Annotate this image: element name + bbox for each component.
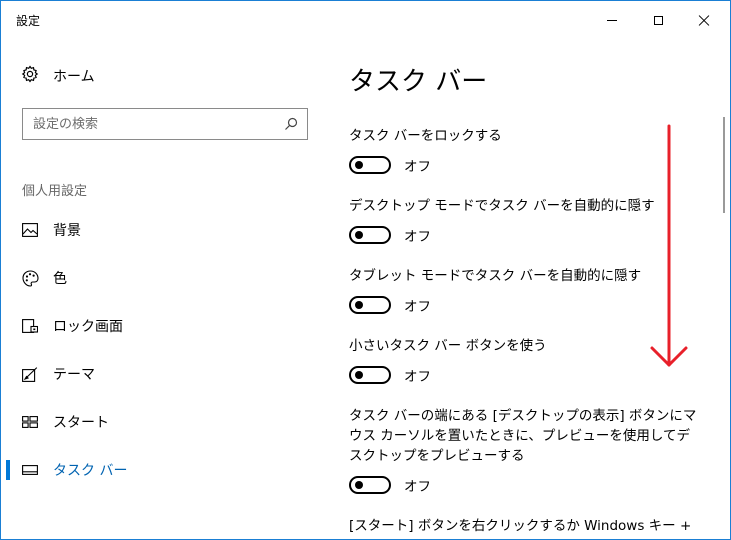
maximize-icon [653,15,663,25]
selection-indicator [6,460,10,480]
toggle-switch[interactable] [349,296,391,314]
sidebar-item-label: ロック画面 [53,319,123,335]
sidebar-item-label: 色 [53,271,67,287]
sidebar-item-taskbar[interactable]: タスク バー [1,456,321,484]
toggle-switch[interactable] [349,156,391,174]
close-button[interactable] [681,1,727,39]
toggle-state-label: オフ [404,369,431,385]
sidebar-item-label: タスク バー [53,463,128,479]
taskbar-icon [21,461,39,479]
maximize-button[interactable] [635,1,681,39]
sidebar-item-label: テーマ [53,367,95,383]
sidebar-item-lock-screen[interactable]: ロック画面 [1,312,321,340]
scroll-down-arrow-annotation [650,124,688,367]
title-bar[interactable]: 設定 [1,1,730,39]
theme-icon [21,365,39,383]
toggle-state-label: オフ [404,229,431,245]
toggle-state-label: オフ [404,479,431,495]
scrollbar[interactable] [721,39,729,539]
sidebar-item-label: 背景 [53,223,81,239]
section-header: 個人用設定 [22,184,88,199]
sidebar-item-label: スタート [53,415,109,431]
setting-label: タスク バーの端にある [デスクトップの表示] ボタンにマウス カーソルを置いた… [349,408,697,464]
setting-winx-powershell: [スタート] ボタンを右クリックするか Windows キー + X キー [349,516,699,539]
toggle-state-label: オフ [404,299,431,315]
palette-icon [21,269,39,287]
picture-icon [21,221,39,239]
sidebar-item-colors[interactable]: 色 [1,264,321,292]
search-icon[interactable] [283,116,299,132]
minimize-icon [607,19,617,21]
search-box[interactable] [22,108,308,140]
toggle-switch[interactable] [349,476,391,494]
toggle-knob [355,231,363,239]
sidebar-item-start[interactable]: スタート [1,408,321,436]
gear-icon [21,65,39,87]
lock-screen-icon [21,317,39,335]
toggle-switch[interactable] [349,226,391,244]
close-icon [698,14,710,26]
settings-window: 設定 ホーム 設定の検索 個人用設定 背景 色 ロック画面 テーマ スタート タ… [0,0,731,540]
toggle-knob [355,161,363,169]
sidebar-item-themes[interactable]: テーマ [1,360,321,388]
start-icon [21,413,39,431]
toggle-knob [355,301,363,309]
search-input[interactable] [23,109,283,139]
home-link[interactable]: ホーム [21,64,95,88]
home-label: ホーム [53,69,95,85]
setting-peek-preview: タスク バーの端にある [デスクトップの表示] ボタンにマウス カーソルを置いた… [349,406,699,495]
sidebar-item-background[interactable]: 背景 [1,216,321,244]
toggle-switch[interactable] [349,366,391,384]
setting-label: [スタート] ボタンを右クリックするか Windows キー + X キー [349,518,692,539]
minimize-button[interactable] [589,1,635,39]
scroll-thumb[interactable] [723,117,725,213]
page-title: タスク バー [349,67,488,97]
toggle-knob [355,371,363,379]
sidebar: ホーム 個人用設定 [1,39,321,539]
window-title: 設定 [16,14,41,28]
toggle-state-label: オフ [404,159,431,175]
toggle-knob [355,481,363,489]
